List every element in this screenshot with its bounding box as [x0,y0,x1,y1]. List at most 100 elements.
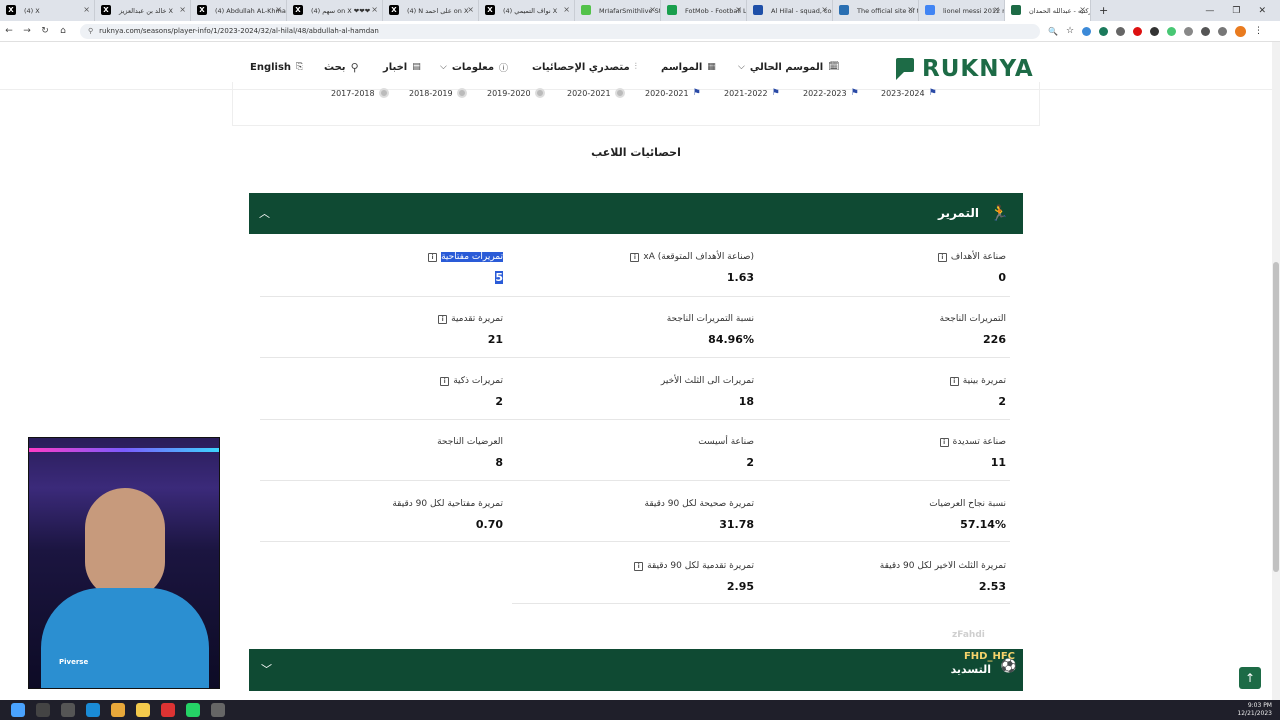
extension-icon[interactable] [1150,26,1160,36]
season-tab[interactable]: 2018-2019 [409,88,467,98]
browser-tab[interactable]: ركنيه - عبدالله الحمدان × [1005,0,1091,21]
extension-icon[interactable] [1133,26,1143,36]
passing-card-header[interactable]: 🏃 التمرير ︿ [249,193,1023,234]
info-icon[interactable]: i [630,252,640,262]
info-icon[interactable]: i [939,437,949,447]
close-window-icon[interactable]: ✕ [1258,6,1266,16]
nav-top-stats[interactable]: متصدري الإحصائيات ⫶ [532,58,637,76]
new-tab-button[interactable]: + [1099,4,1108,17]
browser-tab[interactable]: FotMob - Football Live× [661,0,747,21]
info-icon[interactable]: i [428,252,438,262]
puzzle-icon[interactable] [1218,26,1228,36]
close-tab-icon[interactable]: × [83,5,90,14]
info-icon[interactable]: i [937,252,947,262]
season-tab[interactable]: 2020-2021 ⚑ [645,88,703,98]
season-tab[interactable]: 2021-2022 ⚑ [724,88,782,98]
nav-info[interactable]: ⌵ معلومات ⓘ [440,58,508,76]
file-explorer-icon[interactable] [136,703,150,717]
browser-tab[interactable]: X (4) N على احمد on X × [383,0,479,21]
scrollbar-thumb[interactable] [1273,262,1279,572]
season-tab[interactable]: 2020-2021 [567,88,625,98]
nav-language[interactable]: English ⎘ [250,58,303,76]
close-tab-icon[interactable]: × [1079,5,1086,14]
stat-value: 1.63 [726,271,754,284]
shooting-card-header[interactable]: FHD_HFC ⚽ التسديد ﹀ [249,649,1023,691]
kick-icon: ⚽ [1000,659,1017,674]
info-icon[interactable]: i [949,376,959,386]
maximize-icon[interactable]: ❐ [1232,6,1240,16]
nav-label: معلومات [451,61,495,73]
minimize-icon[interactable]: — [1205,6,1214,16]
bookmark-star-icon[interactable]: ☆ [1066,26,1074,36]
close-tab-icon[interactable]: × [275,5,282,14]
close-tab-icon[interactable]: × [821,5,828,14]
nav-search[interactable]: بحث ⚲ [324,58,359,76]
extension-icon[interactable] [1167,26,1177,36]
stat-label: تمريرات ذكية [453,376,503,386]
nav-news[interactable]: اخبار ▤ [383,58,421,76]
chevron-up-icon[interactable]: ︿ [259,205,270,221]
season-tab[interactable]: 2023-2024 ⚑ [881,88,939,98]
back-icon[interactable]: ← [0,26,18,36]
url-field[interactable]: ⚲ ruknya.com/seasons/player-info/1/2023-… [80,23,1040,39]
nav-current-season[interactable]: ⌵ الموسم الحالي 🗓 [738,58,840,76]
chevron-down-icon[interactable]: ﹀ [261,661,272,677]
chrome-icon[interactable] [111,703,125,717]
menu-dots-icon[interactable]: ⋮ [1254,26,1263,36]
close-tab-icon[interactable]: × [993,5,1000,14]
taskbar-clock[interactable]: 9:03 PM 12/21/2023 [1237,702,1272,718]
forward-icon[interactable]: → [18,26,36,36]
scroll-to-top-button[interactable]: ↑ [1239,667,1261,689]
info-icon[interactable]: i [440,376,450,386]
close-tab-icon[interactable]: × [563,5,570,14]
info-icon[interactable]: i [438,314,448,324]
extension-icon[interactable] [1184,26,1194,36]
extension-icon[interactable] [1116,26,1126,36]
stat-value: 0.70 [475,518,503,531]
whatsapp-icon[interactable] [186,703,200,717]
window-controls: — ❐ ✕ [1205,0,1280,21]
browser-tab[interactable]: X (4) نواف التميمي X × [479,0,575,21]
club-icon [456,88,467,98]
home-icon[interactable]: ⌂ [54,26,72,36]
close-tab-icon[interactable]: × [179,5,186,14]
browser-tab[interactable]: The official site of the× [833,0,919,21]
browser-tab[interactable]: lionel messi 2012 mat× [919,0,1005,21]
browser-tab[interactable]: X خالد بن عبدالعزيز X × [95,0,191,21]
site-info-icon[interactable]: ⚲ [88,27,93,35]
browser-tab[interactable]: X (4) X × [0,0,95,21]
search-icon[interactable] [36,703,50,717]
stat-value: 8 [495,456,503,469]
browser-tab[interactable]: MrIafarSmithlive Stre × [575,0,661,21]
x-logo-icon: X [6,5,16,15]
browser-tab[interactable]: X (4) Abdullah AL-Khmai × [191,0,287,21]
close-tab-icon[interactable]: × [907,5,914,14]
extension-icon[interactable] [1201,26,1211,36]
reload-icon[interactable]: ↻ [36,26,54,36]
windows-start-icon[interactable] [11,703,25,717]
zoom-icon[interactable]: 🔍 [1048,27,1058,36]
section-title: احصائيات اللاعب [591,146,681,159]
extension-icon[interactable] [1099,26,1109,36]
info-icon[interactable]: i [634,561,644,571]
fotmob-icon [667,5,677,15]
browser-tab[interactable]: Al Hilal - squad, coach× [747,0,833,21]
hilal-icon: ⚑ [771,88,780,98]
app-icon[interactable] [211,703,225,717]
browser-tab[interactable]: X (4) سهم on X ❤❤❤ × [287,0,383,21]
close-tab-icon[interactable]: × [371,5,378,14]
app-icon[interactable] [161,703,175,717]
close-tab-icon[interactable]: × [467,5,474,14]
page-scrollbar[interactable] [1272,42,1280,700]
season-tab[interactable]: 2022-2023 ⚑ [803,88,861,98]
season-tab[interactable]: 2019-2020 [487,88,545,98]
profile-avatar[interactable] [1235,25,1247,37]
edge-icon[interactable] [86,703,100,717]
close-tab-icon[interactable]: × [735,5,742,14]
extension-icon[interactable] [1082,26,1092,36]
season-tab[interactable]: 2017-2018 [331,88,389,98]
ruknya-logo[interactable]: RUKNYA [896,56,1034,82]
nav-seasons[interactable]: المواسم ▦ [661,58,716,76]
task-view-icon[interactable] [61,703,75,717]
close-tab-icon[interactable]: × [649,5,656,14]
